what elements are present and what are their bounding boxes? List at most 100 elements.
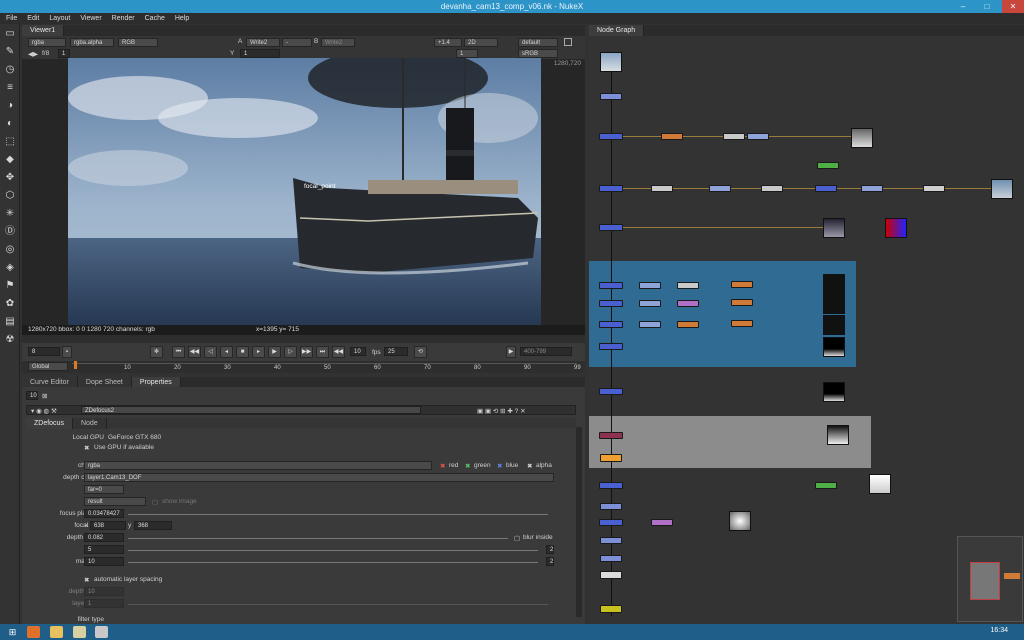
draw-icon[interactable]: ✎ [4, 46, 16, 58]
node[interactable] [761, 185, 783, 192]
math-select[interactable]: far=0 [84, 485, 124, 494]
range-field[interactable]: 400-799 [520, 347, 572, 356]
lock-icon[interactable]: ▪ [62, 346, 72, 358]
range-lock-icon[interactable]: ▶ [506, 346, 516, 358]
prev-increment-button[interactable]: ◁ [204, 346, 217, 358]
image-icon[interactable]: ▭ [4, 28, 16, 40]
size-spin[interactable]: 2 [546, 545, 554, 554]
tab-dope-sheet[interactable]: Dope Sheet [77, 376, 132, 388]
deep-icon[interactable]: Ⓓ [4, 226, 16, 238]
color-icon[interactable]: ◑ [4, 100, 16, 112]
node[interactable] [817, 162, 839, 169]
play-button[interactable]: ▶ [268, 346, 281, 358]
next-frame-button[interactable]: ▸ [252, 346, 265, 358]
node[interactable] [731, 299, 753, 306]
transform-icon[interactable]: ✥ [4, 172, 16, 184]
current-frame-field[interactable]: 8 [28, 347, 60, 356]
node-thumb[interactable] [823, 294, 845, 314]
navigator-minimap[interactable] [957, 536, 1023, 622]
merge-icon[interactable]: ◆ [4, 154, 16, 166]
stop-button[interactable]: ■ [236, 346, 249, 358]
merge-node[interactable] [599, 300, 623, 307]
size-slider[interactable] [128, 550, 538, 551]
dof-slider[interactable] [128, 538, 508, 539]
maximum-spin[interactable]: 2 [546, 557, 554, 566]
node[interactable] [600, 454, 622, 462]
firefox-icon[interactable] [27, 626, 40, 638]
furnace-icon[interactable]: ▤ [4, 316, 16, 328]
maximize-button[interactable]: □ [976, 0, 998, 13]
read-node-thumb[interactable] [600, 52, 622, 72]
node-thumb[interactable] [823, 274, 845, 294]
focal-point-label[interactable]: focal_point [304, 183, 335, 190]
node-thumb[interactable] [823, 382, 845, 402]
node-thumb[interactable] [851, 128, 873, 148]
zdefocus-node[interactable] [677, 321, 699, 328]
dof-field[interactable]: 0.082 [84, 533, 124, 542]
proxy-dropdown[interactable]: 1 [456, 49, 478, 58]
output-select[interactable]: result [84, 497, 146, 506]
output-lut-dropdown[interactable]: sRGB [518, 49, 558, 58]
node-name-field[interactable]: ZDefocus2 [81, 406, 421, 414]
loop-icon[interactable]: ⟲ [414, 346, 427, 358]
rewind-increment-button[interactable]: ◀◀ [332, 346, 345, 358]
green-toggle-icon[interactable]: ✖ [465, 462, 470, 470]
minimize-button[interactable]: – [952, 0, 974, 13]
fps-field[interactable]: 25 [384, 347, 408, 356]
metadata-icon[interactable]: ◈ [4, 262, 16, 274]
node[interactable] [599, 432, 623, 439]
node[interactable] [677, 282, 699, 289]
node-graph-canvas[interactable] [589, 36, 1024, 624]
backdrop-blue[interactable] [589, 261, 856, 367]
colorspace-dropdown[interactable]: RGB [118, 38, 158, 47]
node[interactable] [600, 537, 622, 544]
first-frame-button[interactable]: ⏮ [172, 346, 185, 358]
node-thumb[interactable] [885, 218, 907, 238]
node[interactable] [731, 320, 753, 327]
focus-plane-field[interactable]: 0.03478427 [84, 509, 124, 518]
channels-select[interactable]: rgba [84, 461, 432, 470]
show-image-checkbox[interactable]: ▢ [152, 498, 158, 506]
global-scope-dropdown[interactable]: Global [28, 362, 68, 371]
depth-channel-select[interactable]: layer1.Cam13_DOF [84, 473, 554, 482]
tab-properties[interactable]: Properties [131, 376, 181, 388]
channels-dropdown[interactable]: rgba [28, 38, 66, 47]
node-thumb[interactable] [729, 511, 751, 531]
filter-icon[interactable]: ◐ [4, 118, 16, 130]
increment-field[interactable]: 10 [350, 347, 366, 356]
node[interactable] [815, 482, 837, 489]
alpha-channel-dropdown[interactable]: rgba.alpha [70, 38, 114, 47]
node-thumb[interactable] [991, 179, 1013, 199]
merge-node[interactable] [599, 133, 623, 140]
layer-curve-slider[interactable] [128, 604, 548, 605]
clear-panels-icon[interactable]: ⊠ [42, 392, 47, 400]
next-key-button[interactable]: ▶▶ [300, 346, 313, 358]
node-controls-icons[interactable]: ▾ ◉ ◍ ⚒ [31, 407, 57, 415]
y-field[interactable]: 1 [240, 49, 280, 58]
node[interactable] [600, 555, 622, 562]
channel-icon[interactable]: ≡ [4, 82, 16, 94]
tab-viewer1[interactable]: Viewer1 [22, 25, 65, 36]
node[interactable] [639, 300, 661, 307]
focus-plane-slider[interactable] [128, 514, 548, 515]
maximum-field[interactable]: 10 [84, 557, 124, 566]
node[interactable] [600, 93, 622, 100]
menu-render[interactable]: Render [112, 13, 135, 24]
focal-y-field[interactable]: 368 [134, 521, 172, 530]
node-thumb[interactable] [823, 218, 845, 238]
node-header-buttons[interactable]: ▣ ▣ ⟲ ⊞ ✚ ? ✕ [477, 407, 526, 415]
node[interactable] [661, 133, 683, 140]
layer-curve-field[interactable]: 1 [84, 599, 124, 608]
properties-scrollbar[interactable] [576, 427, 582, 617]
input-a-dropdown[interactable]: Write2 [246, 38, 280, 47]
minimap-viewport[interactable] [970, 562, 1000, 600]
node[interactable] [747, 133, 769, 140]
wipe-dropdown[interactable]: - [282, 38, 312, 47]
maximum-slider[interactable] [128, 562, 538, 563]
menu-cache[interactable]: Cache [145, 13, 165, 24]
tab-node[interactable]: Node [72, 417, 107, 429]
toolsets-icon[interactable]: ⚑ [4, 280, 16, 292]
node-thumb[interactable] [827, 425, 849, 445]
tab-curve-editor[interactable]: Curve Editor [22, 376, 78, 388]
menu-layout[interactable]: Layout [49, 13, 70, 24]
